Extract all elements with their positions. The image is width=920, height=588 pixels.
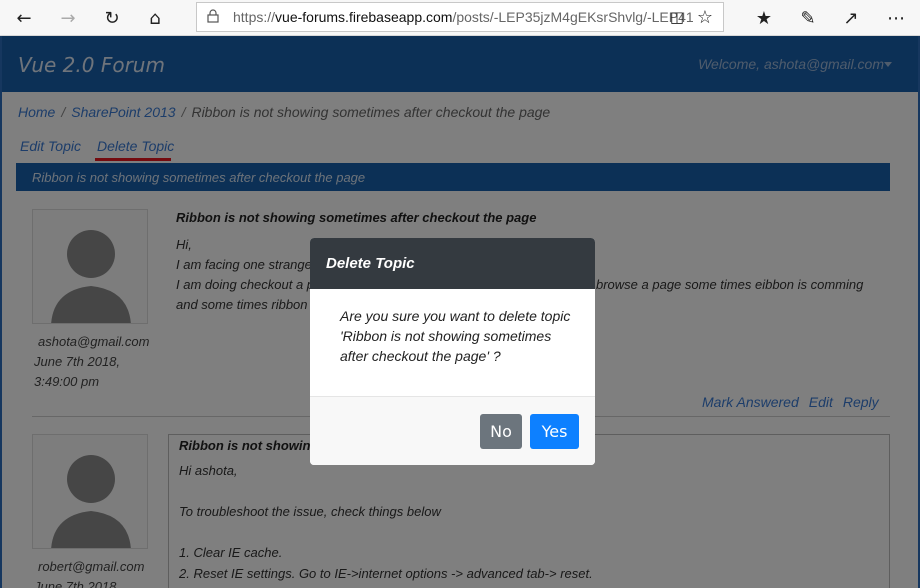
browser-toolbar: ← → ↻ ⌂ https://vue-forums.firebaseapp.c… — [0, 0, 920, 36]
home-icon[interactable]: ⌂ — [141, 4, 169, 32]
modal-message: Are you sure you want to delete topic 'R… — [340, 306, 580, 366]
modal-title: Delete Topic — [326, 255, 415, 272]
refresh-icon[interactable]: ↻ — [98, 4, 126, 32]
favorites-list-icon[interactable]: ★ — [750, 4, 778, 32]
address-bar[interactable]: https://vue-forums.firebaseapp.com/posts… — [196, 2, 724, 32]
modal-message-line: Are you sure you want to delete topic — [340, 308, 571, 324]
modal-header: Delete Topic — [310, 238, 595, 289]
reading-view-icon[interactable]: ◫ — [663, 3, 691, 31]
modal-footer: No Yes — [310, 396, 595, 465]
modal-message-line: after checkout the page' ? — [340, 348, 501, 364]
pen-icon[interactable]: ✎ — [794, 4, 822, 32]
lock-icon — [207, 9, 219, 23]
modal-message-line: 'Ribbon is not showing sometimes — [340, 328, 552, 344]
yes-button[interactable]: Yes — [530, 414, 579, 449]
delete-topic-modal: Delete Topic Are you sure you want to de… — [310, 238, 595, 465]
url-text: https://vue-forums.firebaseapp.com/posts… — [233, 9, 694, 25]
back-arrow-icon[interactable]: ← — [10, 4, 38, 32]
favorite-star-icon[interactable]: ☆ — [691, 3, 719, 31]
forward-arrow-icon[interactable]: → — [54, 4, 82, 32]
share-icon[interactable]: ↗ — [837, 4, 865, 32]
more-icon[interactable]: ⋯ — [882, 4, 910, 32]
no-button[interactable]: No — [480, 414, 522, 449]
